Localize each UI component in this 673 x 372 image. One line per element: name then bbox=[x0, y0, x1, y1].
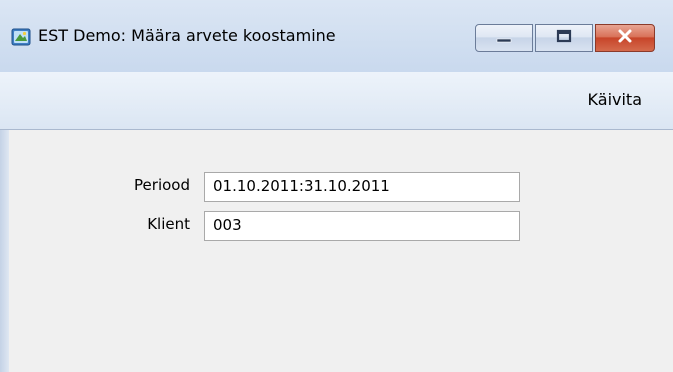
close-button[interactable] bbox=[595, 24, 655, 52]
maximize-icon bbox=[554, 28, 574, 48]
minimize-button[interactable] bbox=[475, 24, 533, 52]
period-field[interactable]: 01.10.2011:31.10.2011 bbox=[204, 172, 520, 202]
period-label: Periood bbox=[134, 176, 190, 194]
run-button[interactable]: Käivita bbox=[588, 90, 642, 109]
button-bar: Käivita bbox=[0, 72, 673, 130]
maximize-button[interactable] bbox=[535, 24, 593, 52]
dialog-window: EST Demo: Määra arvete koostamine Käivit… bbox=[0, 0, 673, 372]
window-border bbox=[0, 130, 9, 372]
client-label: Klient bbox=[147, 215, 190, 233]
minimize-icon bbox=[494, 29, 514, 48]
window-title: EST Demo: Määra arvete koostamine bbox=[38, 26, 336, 45]
title-bar[interactable]: EST Demo: Määra arvete koostamine bbox=[0, 0, 673, 72]
app-icon bbox=[11, 27, 31, 47]
client-field[interactable]: 003 bbox=[204, 211, 520, 241]
close-icon bbox=[615, 28, 635, 48]
